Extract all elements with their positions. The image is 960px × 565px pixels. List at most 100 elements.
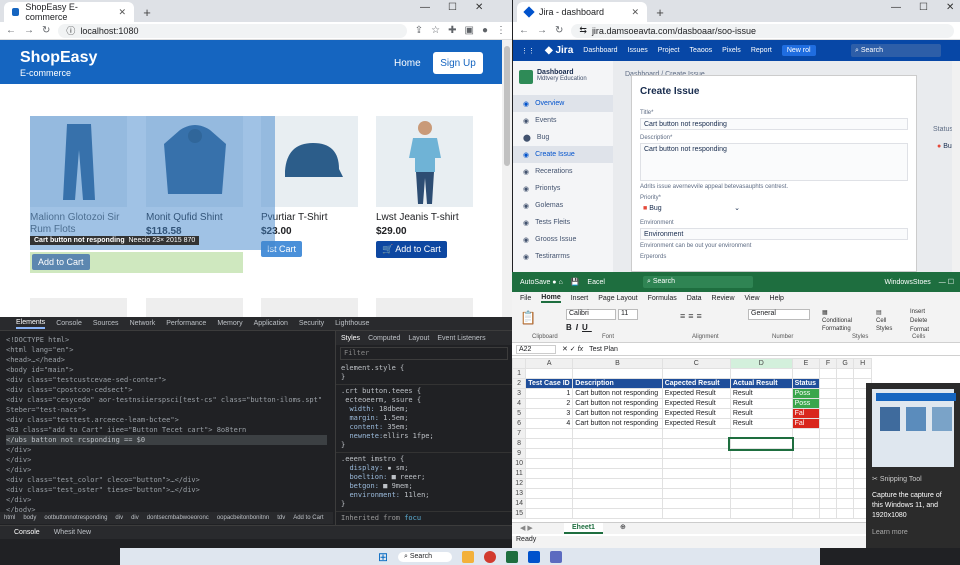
row-header[interactable]: 5 (512, 408, 527, 419)
new-tab-button[interactable]: + (651, 5, 669, 22)
empty-cell[interactable] (572, 448, 663, 459)
empty-cell[interactable] (728, 436, 795, 451)
taskbar-search[interactable]: ⌕ Search (398, 551, 453, 562)
empty-cell[interactable] (819, 418, 837, 429)
empty-cell[interactable] (525, 498, 574, 509)
maximize-icon[interactable]: ☐ (919, 2, 928, 13)
back-icon[interactable]: ← (6, 25, 16, 36)
minimize-icon[interactable]: — (420, 2, 430, 13)
excel-menu-tab[interactable]: View (745, 295, 760, 302)
column-header[interactable]: A (525, 358, 574, 369)
table-cell[interactable]: Fal (791, 418, 821, 429)
empty-cell[interactable] (525, 448, 574, 459)
devtools-tab[interactable]: Network (130, 320, 156, 327)
sidebar-item[interactable]: ◉ Grooss Issue (513, 231, 613, 248)
empty-cell[interactable] (791, 428, 821, 439)
empty-cell[interactable] (661, 428, 731, 439)
breadcrumb-item[interactable]: Add to Cart (293, 515, 323, 521)
font-format-buttons[interactable]: BIU (566, 323, 592, 332)
excel-menu-tab[interactable]: File (520, 295, 531, 302)
excel-icon[interactable] (506, 550, 519, 563)
row-header[interactable]: 2 (512, 378, 527, 389)
environment-input[interactable]: Environment (640, 228, 908, 240)
jira-nav-item[interactable]: Dashboard (583, 47, 617, 54)
add-to-cart-button-highlighted[interactable]: Add to Cart (32, 254, 90, 270)
file-explorer-icon[interactable] (462, 550, 475, 563)
sidebar-item[interactable]: ⬤ Bug (513, 129, 613, 146)
empty-cell[interactable] (661, 498, 731, 509)
excel-menu-tab[interactable]: Page Layout (598, 295, 637, 302)
empty-cell[interactable] (729, 368, 793, 379)
corner-cell[interactable] (512, 358, 527, 369)
table-cell[interactable]: 2 (525, 398, 574, 409)
excel-menu-tab[interactable]: Review (712, 295, 735, 302)
empty-cell[interactable] (525, 488, 574, 499)
name-box[interactable]: A22 (516, 344, 556, 354)
devtools-tab[interactable]: Elements (16, 319, 46, 329)
dom-node[interactable]: <div class="testcustcevae-sed-conter"> (6, 375, 327, 385)
sidebar-item[interactable]: ◉ Overview (513, 95, 613, 112)
empty-cell[interactable] (835, 428, 855, 439)
table-cell[interactable]: Fal (791, 408, 821, 419)
empty-cell[interactable] (819, 468, 837, 479)
dom-node[interactable]: <head>…</head> (6, 355, 327, 365)
empty-cell[interactable] (572, 468, 663, 479)
url-field[interactable]: ⇆ jira.damsoeavta.com/dasboaar/soo-issue (571, 23, 954, 38)
cells-buttons[interactable]: Insert Delete Format (910, 308, 929, 335)
empty-cell[interactable] (525, 458, 574, 469)
empty-cell[interactable] (572, 478, 663, 489)
table-cell[interactable]: Cart button not responding (572, 408, 663, 419)
dom-node[interactable]: </div> (6, 495, 327, 505)
empty-cell[interactable] (791, 498, 821, 509)
reload-icon[interactable]: ↻ (555, 25, 563, 36)
number-format-select[interactable]: General (748, 309, 810, 320)
snipping-tool-notification[interactable]: ✂ Snipping Tool Capture the capture of t… (866, 383, 960, 548)
table-cell[interactable]: Result (729, 388, 793, 399)
snipping-tool-icon[interactable] (550, 550, 563, 563)
empty-cell[interactable] (819, 408, 837, 419)
row-header[interactable]: 11 (512, 468, 527, 479)
table-header-cell[interactable]: Description (572, 378, 663, 389)
empty-cell[interactable] (525, 478, 574, 489)
jira-nav-item[interactable]: Pixels (722, 47, 741, 54)
column-header[interactable]: B (572, 358, 663, 369)
page-scrollbar[interactable] (502, 40, 512, 317)
empty-cell[interactable] (729, 458, 793, 469)
reload-icon[interactable]: ↻ (42, 25, 50, 36)
empty-cell[interactable] (661, 488, 731, 499)
breadcrumb-item[interactable]: dontsecmbabwoeoronc (147, 515, 209, 521)
empty-cell[interactable] (729, 488, 793, 499)
empty-cell[interactable] (819, 438, 837, 449)
jira-nav-item[interactable]: Issues (628, 47, 648, 54)
forward-icon[interactable]: → (24, 25, 34, 36)
empty-cell[interactable] (819, 368, 837, 379)
excel-menu-tab[interactable]: Formulas (648, 295, 677, 302)
empty-cell[interactable] (572, 508, 663, 519)
devtools-tab[interactable]: Console (56, 320, 82, 327)
product-image-tshirt-model[interactable] (376, 116, 473, 207)
product-image-cap[interactable] (261, 116, 358, 207)
empty-cell[interactable] (661, 458, 731, 469)
table-header-cell[interactable]: Test Case ID (525, 378, 574, 389)
profile-icon[interactable]: ● (482, 25, 488, 36)
brand-logo[interactable]: ShopEasy (20, 49, 97, 67)
new-button[interactable]: New rol (781, 45, 816, 56)
autosave-toggle[interactable]: AutoSave ● ⌂ (520, 279, 563, 286)
empty-cell[interactable] (661, 368, 731, 379)
sidebar-item[interactable]: ◉ Tests Fleits (513, 214, 613, 231)
table-cell[interactable]: Poss (791, 398, 821, 409)
row-header[interactable]: 1 (512, 368, 527, 379)
excel-menu-tab[interactable]: Home (541, 294, 561, 303)
row-header[interactable]: 9 (512, 448, 527, 459)
table-cell[interactable]: Cart button not responding (572, 418, 663, 429)
priority-select[interactable]: ■ Bug ⌄ (640, 203, 740, 215)
empty-cell[interactable] (791, 438, 821, 449)
table-cell[interactable]: Expected Result (661, 398, 731, 409)
close-tab-icon[interactable]: ✕ (118, 7, 126, 18)
row-header[interactable]: 6 (512, 418, 527, 429)
empty-cell[interactable] (819, 428, 837, 439)
devtools-tab[interactable]: Application (254, 320, 288, 327)
dom-node[interactable]: <body id="main"> (6, 365, 327, 375)
minimize-icon[interactable]: — (891, 2, 901, 13)
row-header[interactable]: 14 (512, 498, 527, 509)
